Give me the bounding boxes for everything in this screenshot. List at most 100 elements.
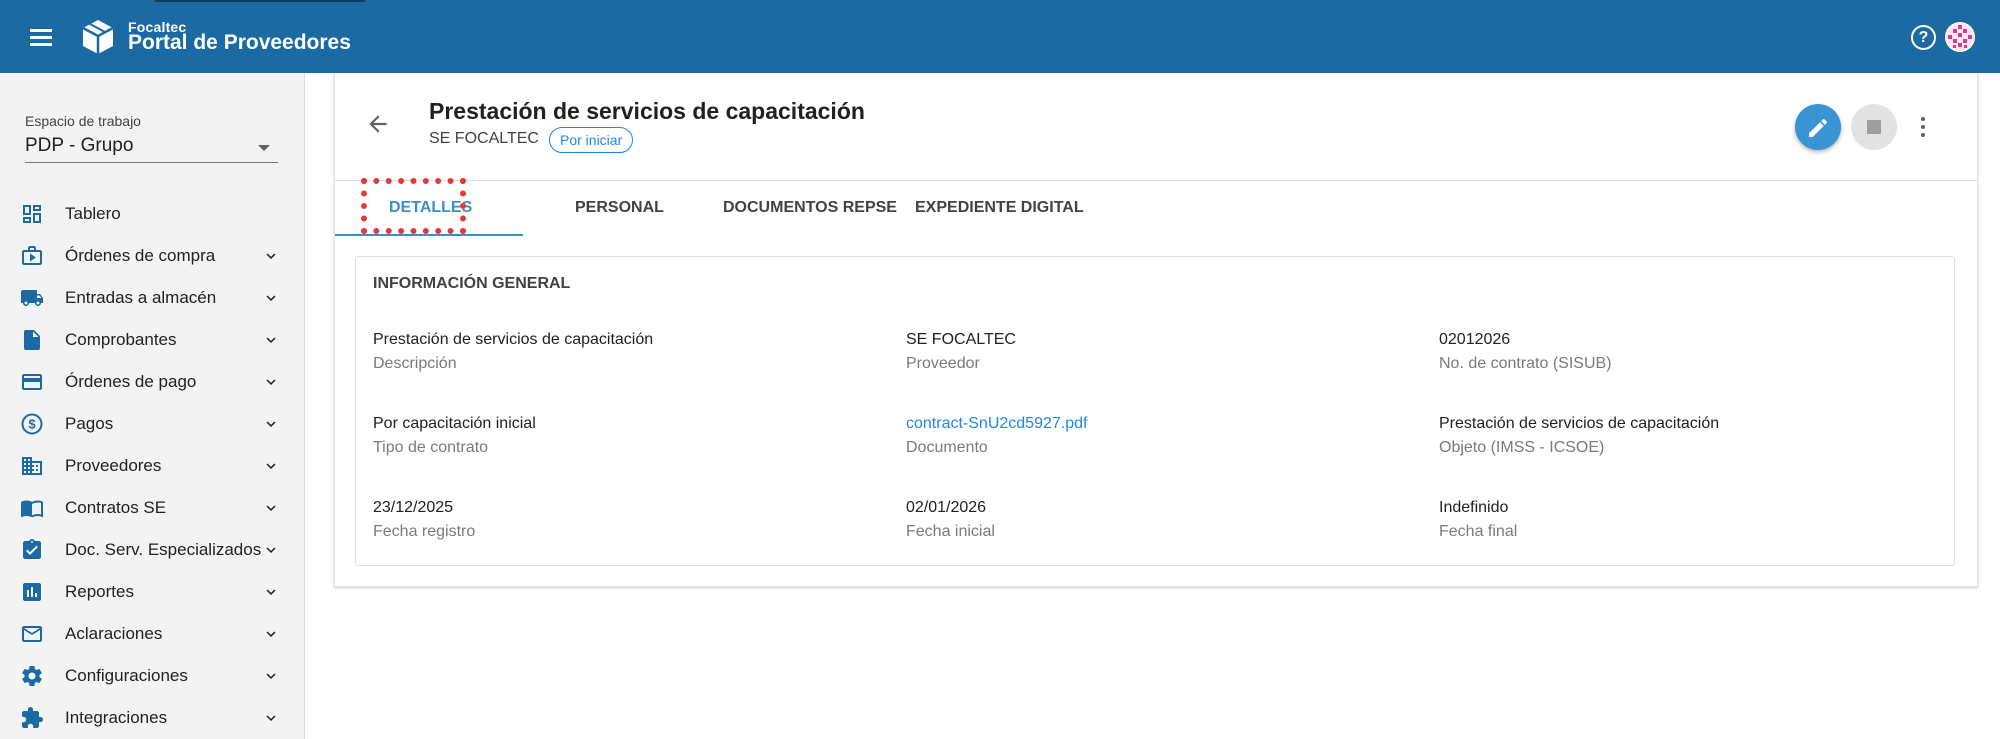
field-value: Prestación de servicios de capacitación: [1439, 415, 1720, 432]
puzzle-icon: [22, 707, 43, 728]
field-caption: Fecha registro: [373, 523, 476, 540]
document-link[interactable]: contract-SnU2cd5927.pdf: [906, 415, 1087, 433]
dollar-circle-icon: $: [21, 413, 43, 435]
svg-text:$: $: [28, 417, 36, 432]
sidebar-item-tablero[interactable]: Tablero: [0, 193, 305, 235]
back-arrow-icon[interactable]: [365, 111, 391, 137]
tab-documentos-repse[interactable]: DOCUMENTOS REPSE: [723, 199, 897, 217]
edit-button[interactable]: [1795, 104, 1841, 150]
cube-logo-icon: [78, 17, 118, 57]
field-caption: Fecha inicial: [906, 523, 995, 540]
chevron-down-icon: [266, 505, 276, 511]
dashboard-icon: [23, 205, 41, 223]
field-caption: No. de contrato (SISUB): [1439, 355, 1612, 372]
brand-title: Portal de Proveedores: [128, 31, 351, 54]
sidebar-item-label: Proveedores: [65, 456, 162, 475]
field-no-contrato: 02012026 No. de contrato (SISUB): [1439, 331, 1612, 373]
sidebar-item-label: Pagos: [65, 414, 114, 433]
field-value: 02/01/2026: [906, 499, 987, 516]
workspace-value: PDP - Grupo: [25, 135, 134, 156]
provider-name: SE FOCALTEC: [429, 130, 539, 147]
sidebar-item-label: Comprobantes: [65, 330, 177, 349]
purchase-orders-icon: [22, 246, 42, 265]
sidebar-item-proveedores[interactable]: Proveedores: [0, 445, 305, 487]
book-icon: [21, 500, 43, 518]
field-fecha-inicial: 02/01/2026 Fecha inicial: [906, 499, 995, 541]
sidebar: Espacio de trabajo PDP - Grupo Tablero Ó…: [0, 73, 305, 739]
building-icon: [22, 457, 42, 475]
hamburger-menu-icon[interactable]: [26, 22, 56, 52]
chevron-down-icon: [266, 253, 276, 259]
sidebar-item-aclaraciones[interactable]: Aclaraciones: [0, 613, 305, 655]
section-title: INFORMACIÓN GENERAL: [373, 275, 571, 292]
chevron-down-icon: [266, 715, 276, 721]
document-icon: [24, 330, 40, 350]
stop-icon: [1867, 120, 1881, 134]
more-vert-icon[interactable]: [1913, 113, 1933, 141]
sidebar-item-comprobantes[interactable]: Comprobantes: [0, 319, 305, 361]
top-stripe: [155, 0, 365, 2]
field-proveedor: SE FOCALTEC Proveedor: [906, 331, 1016, 373]
field-caption: Documento: [906, 439, 988, 456]
field-caption: Fecha final: [1439, 523, 1518, 540]
field-caption: Descripción: [373, 355, 457, 372]
sidebar-item-label: Integraciones: [65, 708, 168, 727]
annotation-highlight-box: [361, 178, 466, 234]
truck-icon: [21, 290, 43, 306]
sidebar-item-ordenes-pago[interactable]: Órdenes de pago: [0, 361, 305, 403]
sidebar-item-pagos[interactable]: $ Pagos: [0, 403, 305, 445]
sidebar-item-label: Doc. Serv. Especializados: [65, 540, 262, 559]
status-badge: Por iniciar: [549, 127, 634, 153]
sidebar-item-doc-serv-especializados[interactable]: Doc. Serv. Especializados: [0, 529, 305, 571]
field-documento: contract-SnU2cd5927.pdf Documento: [906, 415, 1087, 457]
sidebar-item-configuraciones[interactable]: Configuraciones: [0, 655, 305, 697]
field-descripcion: Prestación de servicios de capacitación …: [373, 331, 653, 373]
sidebar-item-reportes[interactable]: Reportes: [0, 571, 305, 613]
sidebar-item-label: Órdenes de compra: [65, 246, 216, 265]
stop-button[interactable]: [1851, 104, 1897, 150]
mail-icon: [22, 626, 42, 642]
field-tipo-contrato: Por capacitación inicial Tipo de contrat…: [373, 415, 536, 457]
sidebar-item-label: Tablero: [65, 204, 121, 223]
field-value: Prestación de servicios de capacitación: [373, 331, 654, 348]
bar-chart-icon: [23, 583, 41, 601]
field-value: Indefinido: [1439, 499, 1509, 516]
chevron-down-icon: [266, 421, 276, 427]
tabs-divider: [335, 180, 1978, 181]
help-icon[interactable]: ?: [1911, 25, 1936, 50]
field-caption: Tipo de contrato: [373, 439, 489, 456]
field-value: 02012026: [1439, 331, 1511, 348]
chevron-down-icon: [266, 295, 276, 301]
chevron-down-icon: [266, 631, 276, 637]
sidebar-item-contratos-se[interactable]: Contratos SE: [0, 487, 305, 529]
caret-down-icon: [258, 145, 270, 151]
chevron-down-icon: [266, 589, 276, 595]
tab-expediente-digital[interactable]: EXPEDIENTE DIGITAL: [915, 199, 1084, 217]
chevron-down-icon: [266, 673, 276, 679]
general-info-panel: INFORMACIÓN GENERAL Prestación de servic…: [355, 256, 1955, 566]
gear-icon: [22, 666, 42, 686]
field-caption: Proveedor: [906, 355, 980, 372]
field-fecha-final: Indefinido Fecha final: [1439, 499, 1517, 541]
clipboard-check-icon: [23, 539, 41, 559]
sidebar-item-label: Órdenes de pago: [65, 372, 197, 391]
sidebar-item-label: Reportes: [65, 582, 134, 601]
field-value: 23/12/2025: [373, 499, 454, 516]
sidebar-item-entradas-almacen[interactable]: Entradas a almacén: [0, 277, 305, 319]
sidebar-item-ordenes-compra[interactable]: Órdenes de compra: [0, 235, 305, 277]
credit-card-icon: [22, 374, 42, 390]
workspace-label: Espacio de trabajo: [25, 113, 141, 129]
field-objeto: Prestación de servicios de capacitación …: [1439, 415, 1719, 457]
field-value: Por capacitación inicial: [373, 415, 536, 432]
sidebar-item-label: Aclaraciones: [65, 624, 163, 643]
pencil-icon: [1809, 118, 1828, 137]
top-app-bar: Focaltec Portal de Proveedores ?: [0, 0, 2000, 73]
sidebar-item-integraciones[interactable]: Integraciones: [0, 697, 305, 739]
page-title: Prestación de servicios de capacitación: [429, 98, 865, 124]
tab-personal[interactable]: PERSONAL: [575, 199, 664, 217]
field-value: SE FOCALTEC: [906, 331, 1016, 348]
field-fecha-registro: 23/12/2025 Fecha registro: [373, 499, 475, 541]
sidebar-item-label: Configuraciones: [65, 666, 188, 685]
workspace-select[interactable]: PDP - Grupo: [25, 131, 278, 163]
avatar[interactable]: [1945, 22, 1975, 52]
